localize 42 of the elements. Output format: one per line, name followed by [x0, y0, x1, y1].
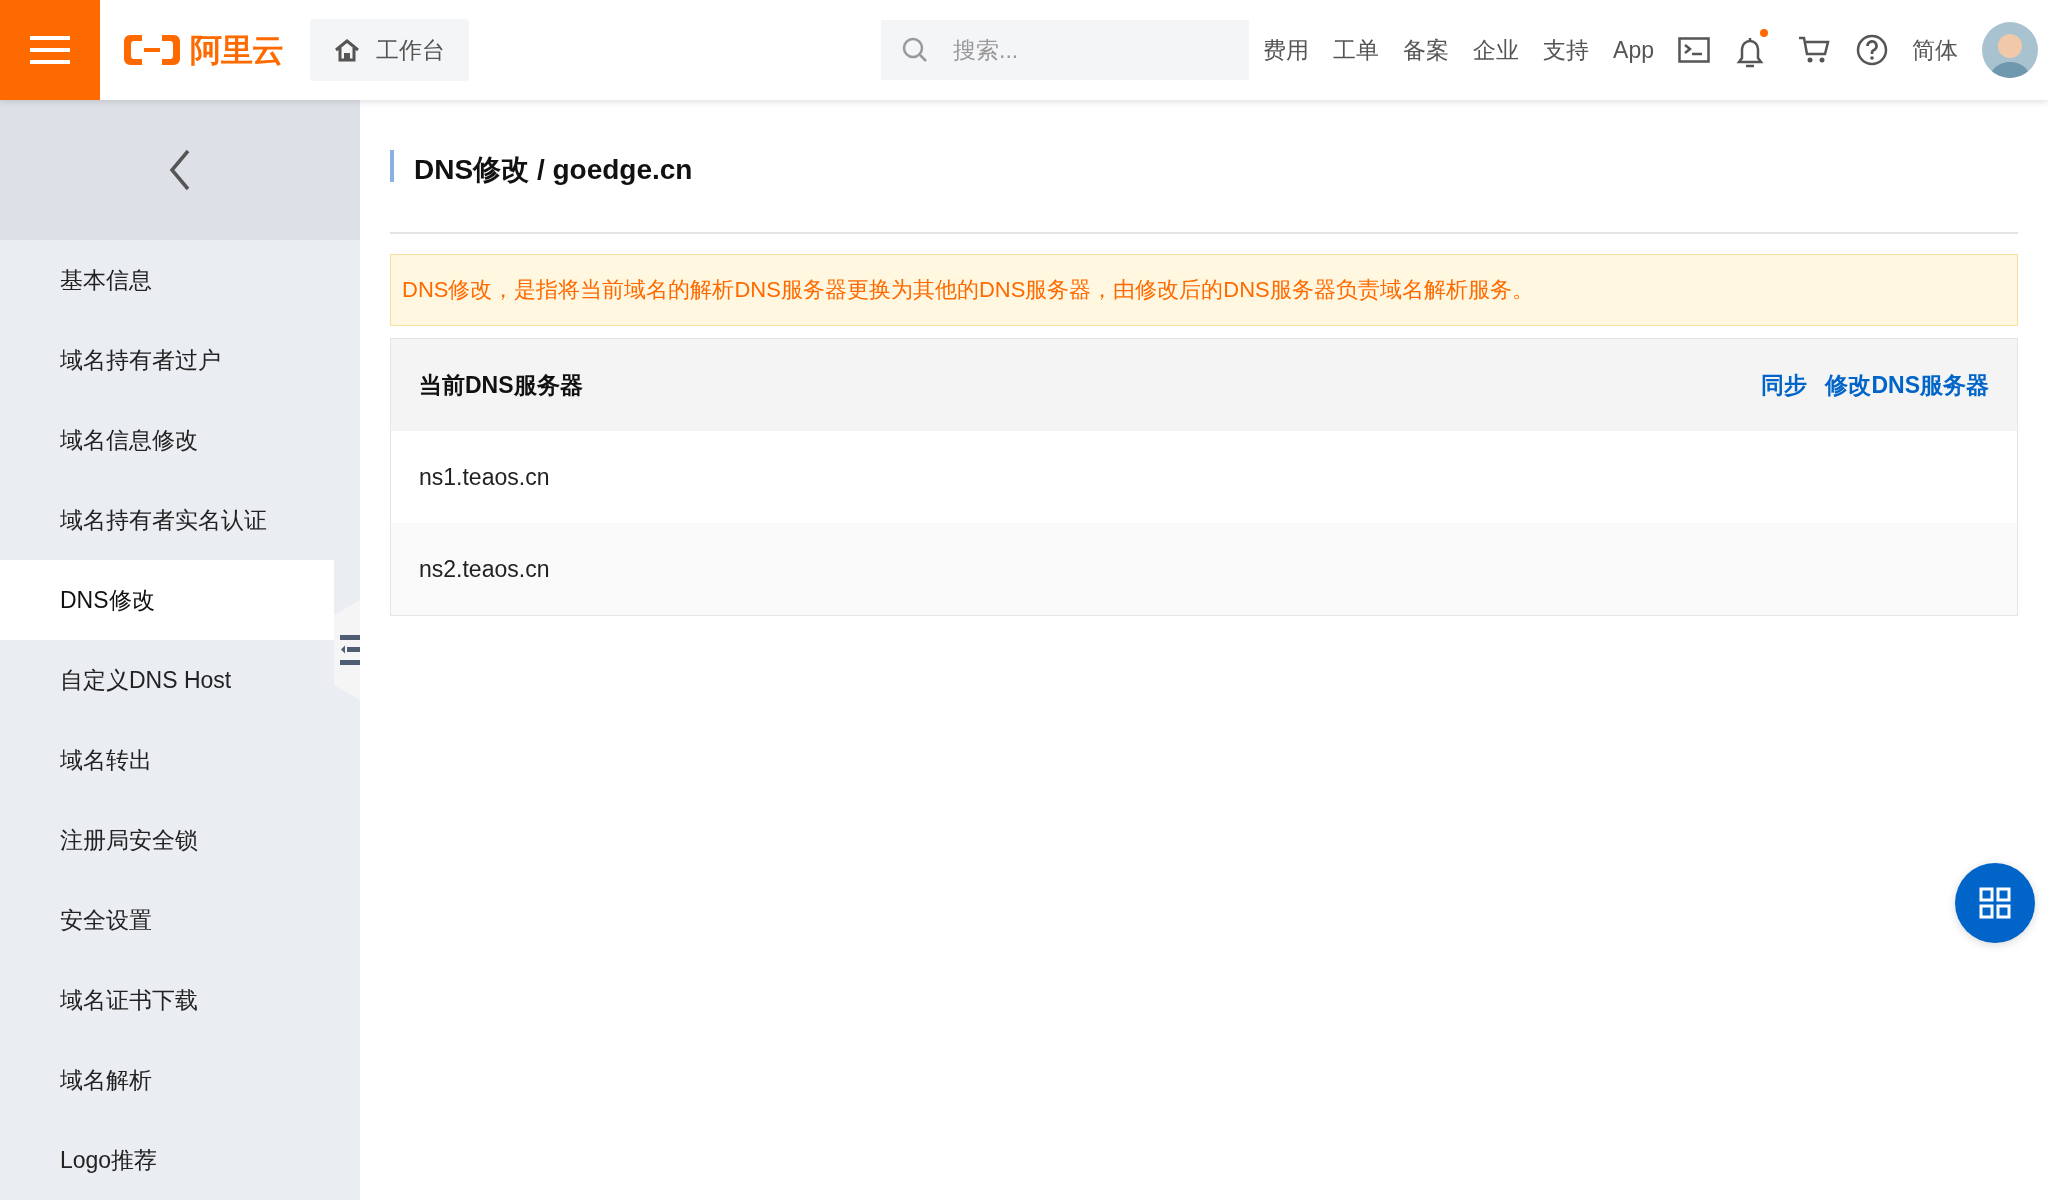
- search-field[interactable]: 搜索...: [881, 20, 1250, 80]
- sidebar-item[interactable]: 注册局安全锁: [0, 800, 334, 880]
- sidebar-item[interactable]: 域名信息修改: [0, 400, 334, 480]
- help-icon[interactable]: [1856, 34, 1888, 66]
- sidebar-item[interactable]: 基本信息: [0, 240, 334, 320]
- sidebar-item[interactable]: 安全设置: [0, 880, 334, 960]
- nav-link[interactable]: App: [1613, 32, 1654, 68]
- apps-button[interactable]: [1955, 863, 2035, 943]
- language-link[interactable]: 简体: [1912, 32, 1958, 68]
- notice-banner: DNS修改，是指将当前域名的解析DNS服务器更换为其他的DNS服务器，由修改后的DNS服务器负责域名解析服务。: [390, 254, 2018, 326]
- sidebar-item[interactable]: 域名持有者实名认证: [0, 480, 334, 560]
- workbench-button[interactable]: 工作台: [309, 19, 469, 81]
- nav-link[interactable]: 费用: [1263, 32, 1310, 68]
- terminal-icon[interactable]: [1678, 37, 1710, 63]
- sidebar-item[interactable]: 自定义DNS Host: [0, 640, 334, 720]
- outdent-icon: [340, 635, 360, 665]
- bell-icon: [1736, 36, 1764, 70]
- table-heading: 当前DNS服务器: [419, 370, 583, 400]
- logo-text: 阿里云: [190, 31, 284, 70]
- nav-link[interactable]: 支持: [1543, 32, 1590, 68]
- logo-icon: [122, 32, 182, 68]
- sidebar-item[interactable]: 域名证书下载: [0, 960, 334, 1040]
- home-icon: [333, 38, 360, 62]
- sidebar-item[interactable]: 域名持有者过户: [0, 320, 334, 400]
- action-link[interactable]: 修改DNS服务器: [1825, 367, 1989, 403]
- sidebar-item[interactable]: 域名解析: [0, 1040, 334, 1120]
- sidebar-item[interactable]: 域名转出: [0, 720, 334, 800]
- grid-icon: [1979, 887, 2011, 919]
- menu-button[interactable]: [0, 0, 100, 100]
- nav-link[interactable]: 企业: [1473, 32, 1520, 68]
- table-cell-text: ns1.teaos.cn: [419, 462, 550, 492]
- nav-link[interactable]: 备案: [1403, 32, 1450, 68]
- nav-link[interactable]: 工单: [1333, 32, 1380, 68]
- chevron-left-icon: [168, 148, 192, 192]
- sidebar-item[interactable]: DNS修改: [0, 560, 334, 640]
- cart-icon[interactable]: [1798, 35, 1830, 65]
- menu-icon: [30, 34, 70, 66]
- avatar[interactable]: [1982, 22, 2038, 78]
- sidebar-item[interactable]: Logo推荐: [0, 1120, 334, 1200]
- table-cell-text: ns2.teaos.cn: [419, 554, 550, 584]
- page-title: DNS修改 / goedge.cn: [414, 153, 693, 187]
- action-link[interactable]: 同步: [1761, 367, 1808, 403]
